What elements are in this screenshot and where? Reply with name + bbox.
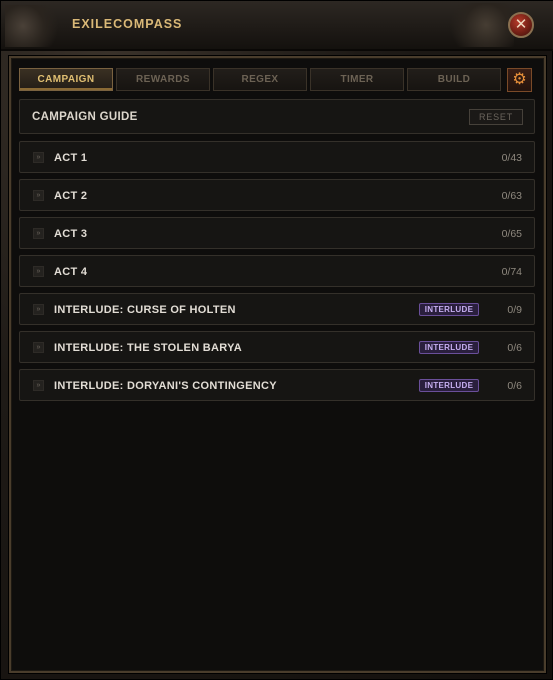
act-progress: 0/9 [507,304,522,316]
act-progress: 0/65 [501,228,522,240]
act-progress: 0/6 [507,380,522,392]
settings-button[interactable]: ⚙ [507,68,532,92]
act-progress: 0/74 [501,266,522,278]
interlude-badge: INTERLUDE [419,341,479,354]
act-name: ACT 2 [54,190,88,202]
expand-icon[interactable]: » [33,380,44,391]
act-name: ACT 1 [54,152,88,164]
act-name: ACT 3 [54,228,88,240]
tab-campaign[interactable]: CAMPAIGN [19,68,113,91]
ornament-right [444,3,514,47]
expand-icon[interactable]: » [33,304,44,315]
close-button[interactable]: ✕ [508,12,534,38]
expand-icon[interactable]: » [33,342,44,353]
app-window: EXILECOMPASS ✕ CAMPAIGN REWARDS REGEX TI… [0,0,553,680]
act-row-interlude-doryanis-contingency[interactable]: » INTERLUDE: DORYANI'S CONTINGENCY INTER… [19,369,535,401]
title-bar[interactable]: EXILECOMPASS ✕ [1,1,553,51]
tab-build[interactable]: BUILD [407,68,501,91]
expand-icon[interactable]: » [33,152,44,163]
act-row-4[interactable]: » ACT 4 0/74 [19,255,535,287]
act-row-interlude-stolen-barya[interactable]: » INTERLUDE: THE STOLEN BARYA INTERLUDE … [19,331,535,363]
act-row-interlude-curse-of-holten[interactable]: » INTERLUDE: CURSE OF HOLTEN INTERLUDE 0… [19,293,535,325]
expand-icon[interactable]: » [33,228,44,239]
gear-icon: ⚙ [512,71,527,88]
tab-rewards[interactable]: REWARDS [116,68,210,91]
act-name: INTERLUDE: THE STOLEN BARYA [54,342,242,354]
act-progress: 0/6 [507,342,522,354]
act-progress: 0/43 [501,152,522,164]
act-name: INTERLUDE: CURSE OF HOLTEN [54,304,236,316]
ornament-left [5,5,65,47]
act-name: INTERLUDE: DORYANI'S CONTINGENCY [54,380,277,392]
close-icon: ✕ [514,16,528,33]
tab-bar: CAMPAIGN REWARDS REGEX TIMER BUILD [19,68,501,91]
expand-icon[interactable]: » [33,190,44,201]
act-row-3[interactable]: » ACT 3 0/65 [19,217,535,249]
tab-timer[interactable]: TIMER [310,68,404,91]
expand-icon[interactable]: » [33,266,44,277]
app-title: EXILECOMPASS [72,17,183,31]
act-name: ACT 4 [54,266,88,278]
act-row-2[interactable]: » ACT 2 0/63 [19,179,535,211]
tab-regex[interactable]: REGEX [213,68,307,91]
campaign-guide-header: CAMPAIGN GUIDE RESET [19,99,535,134]
interlude-badge: INTERLUDE [419,379,479,392]
act-progress: 0/63 [501,190,522,202]
reset-button[interactable]: RESET [469,109,523,125]
act-row-1[interactable]: » ACT 1 0/43 [19,141,535,173]
guide-title: CAMPAIGN GUIDE [32,111,138,123]
interlude-badge: INTERLUDE [419,303,479,316]
